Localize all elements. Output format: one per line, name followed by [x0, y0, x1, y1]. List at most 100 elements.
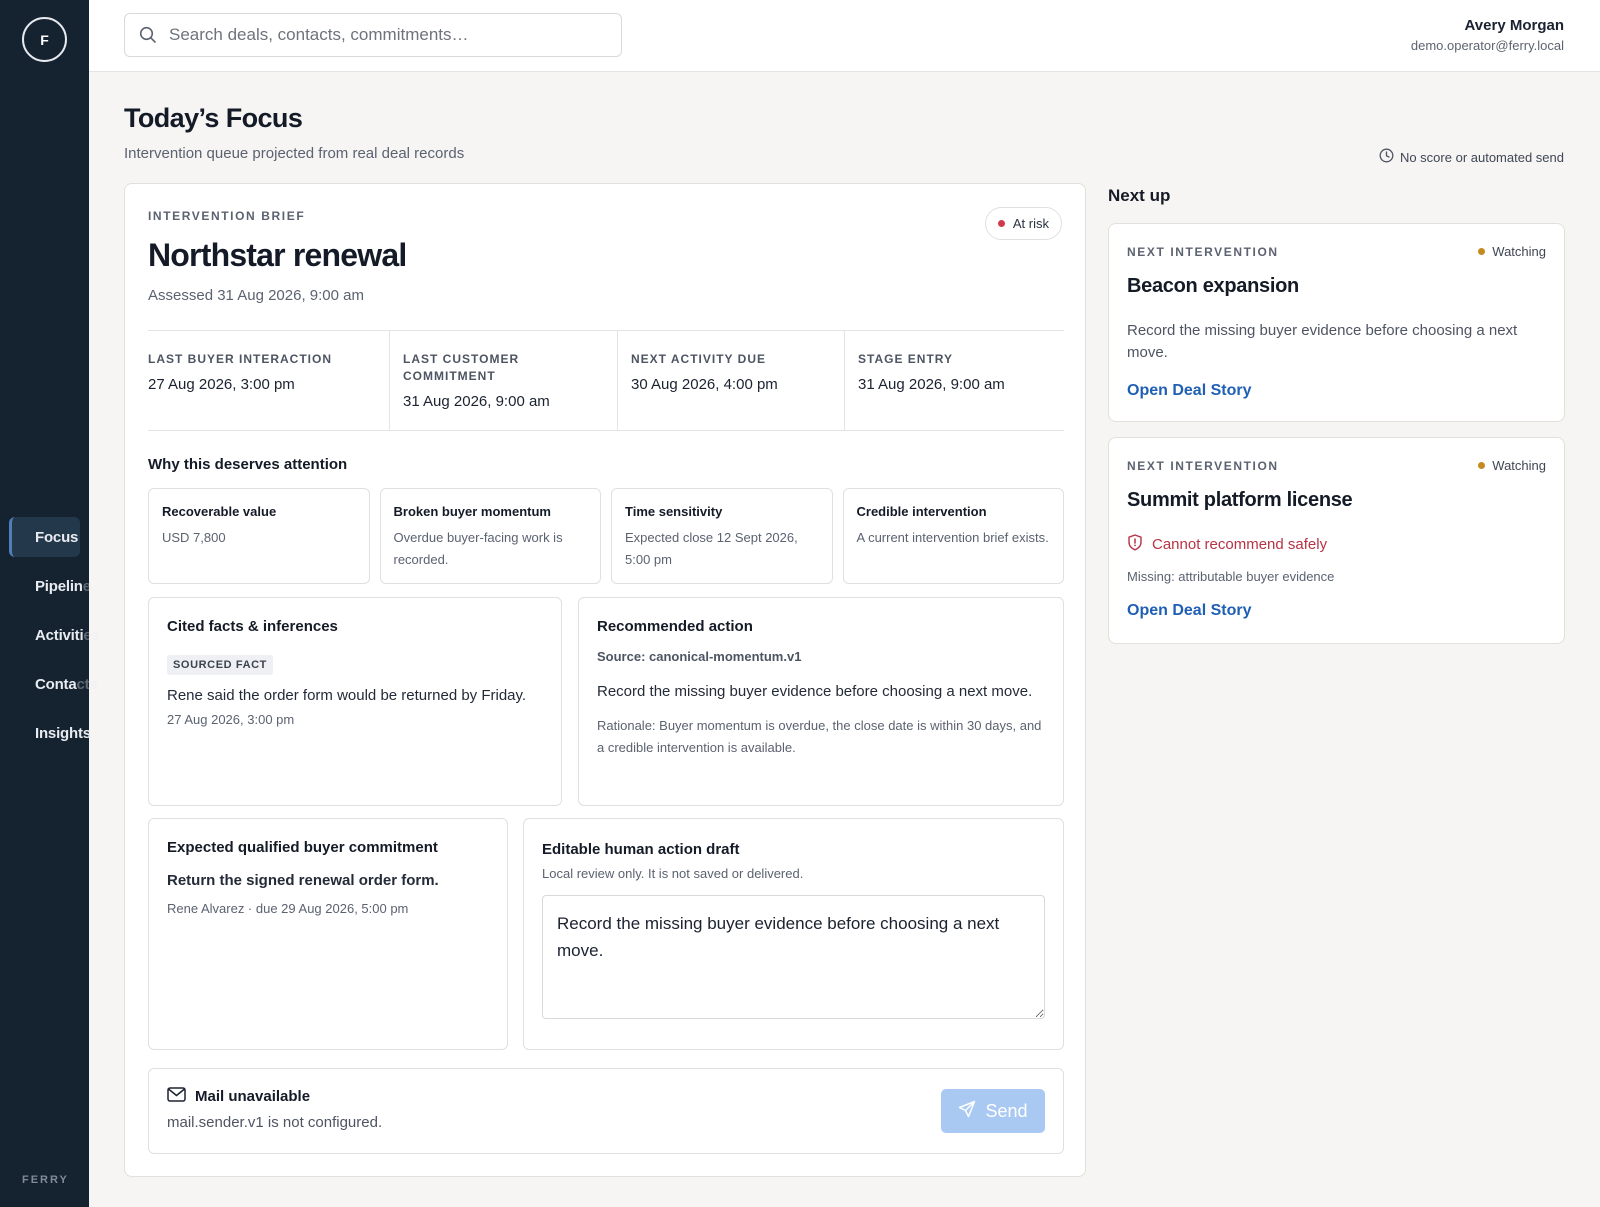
watching-status: Watching: [1478, 244, 1546, 259]
reason-card: Credible intervention A current interven…: [842, 488, 1064, 584]
meta-label: STAGE ENTRY: [858, 352, 954, 366]
meta-last-customer-commitment: LAST CUSTOMER COMMITMENT 31 Aug 2026, 9:…: [389, 331, 617, 430]
search-box[interactable]: [124, 13, 622, 57]
brief-eyebrow: INTERVENTION BRIEF: [148, 209, 306, 223]
meta-label: LAST CUSTOMER COMMITMENT: [403, 352, 520, 383]
action-draft-subtitle: Local review only. It is not saved or de…: [542, 866, 804, 881]
mail-heading: Mail unavailable: [167, 1087, 1045, 1106]
search-input[interactable]: [169, 25, 609, 45]
user-name: Avery Morgan: [1464, 17, 1564, 34]
meta-value: 31 Aug 2026, 9:00 am: [403, 393, 550, 410]
open-deal-story-link[interactable]: Open Deal Story: [1127, 382, 1251, 400]
search-icon: [139, 26, 157, 44]
next-card-eyebrow: NEXT INTERVENTION: [1127, 244, 1279, 259]
open-deal-story-link[interactable]: Open Deal Story: [1127, 602, 1251, 620]
why-attention-heading: Why this deserves attention: [148, 456, 348, 473]
mail-status-text: mail.sender.v1 is not configured.: [167, 1114, 383, 1131]
cited-facts-heading: Cited facts & inferences: [167, 618, 338, 635]
cited-facts-panel: Cited facts & inferences SOURCED FACT Re…: [148, 597, 562, 806]
reason-title: Credible intervention: [856, 504, 987, 519]
sourced-fact-badge: SOURCED FACT: [167, 655, 273, 675]
status-badge: At risk: [984, 207, 1062, 240]
why-attention-grid: Recoverable value USD 7,800 Broken buyer…: [148, 488, 1064, 584]
sidebar-item-label: Activiti: [35, 626, 84, 644]
buyer-commitment-panel: Expected qualified buyer commitment Retu…: [148, 818, 508, 1050]
sidebar-item-pipeline[interactable]: Pipelin e: [9, 566, 99, 606]
next-deal-desc: Record the missing buyer evidence before…: [1127, 322, 1518, 361]
mail-heading-text: Mail unavailable: [195, 1088, 311, 1105]
clock-icon: [1379, 148, 1394, 166]
deal-meta-row: LAST BUYER INTERACTION 27 Aug 2026, 3:00…: [148, 330, 1064, 431]
page-subtitle: Intervention queue projected from real d…: [124, 145, 465, 162]
next-intervention-card: NEXT INTERVENTION Watching Summit platfo…: [1108, 437, 1565, 644]
commitment-owner-due: Rene Alvarez · due 29 Aug 2026, 5:00 pm: [167, 901, 409, 916]
mail-panel: Mail unavailable mail.sender.v1 is not c…: [148, 1068, 1064, 1154]
reason-card: Recoverable value USD 7,800: [148, 488, 370, 584]
reason-desc: USD 7,800: [162, 530, 226, 545]
sidebar-item-label: Focus: [35, 528, 79, 546]
reason-desc: Overdue buyer-facing work is recorded.: [393, 530, 563, 567]
assessed-timestamp: Assessed 31 Aug 2026, 9:00 am: [148, 287, 364, 304]
next-card-eyebrow: NEXT INTERVENTION: [1127, 458, 1279, 473]
next-up-heading: Next up: [1108, 186, 1171, 205]
sidebar-item-label: Conta: [35, 675, 77, 693]
reason-title: Time sensitivity: [625, 504, 723, 519]
sidebar-item-label-overflow: cts: [76, 675, 98, 693]
user-email: demo.operator@ferry.local: [1410, 38, 1564, 53]
next-intervention-card: NEXT INTERVENTION Watching Beacon expans…: [1108, 223, 1565, 422]
status-dot-icon: [997, 220, 1005, 227]
cannot-recommend-warning: Cannot recommend safely: [1127, 534, 1546, 555]
missing-evidence-text: Missing: attributable buyer evidence: [1127, 569, 1335, 584]
commitment-text: Return the signed renewal order form.: [167, 872, 439, 889]
recommended-action-panel: Recommended action Source: canonical-mom…: [578, 597, 1064, 806]
intervention-brief-card: INTERVENTION BRIEF Northstar renewal Ass…: [124, 183, 1086, 1177]
next-deal-title: Beacon expansion: [1127, 275, 1299, 297]
meta-value: 30 Aug 2026, 4:00 pm: [631, 376, 778, 393]
fact-date: 27 Aug 2026, 3:00 pm: [167, 712, 295, 727]
page-title: Today’s Focus: [124, 103, 303, 133]
sidebar-item-contacts[interactable]: Conta cts: [9, 664, 99, 704]
send-button-label: Send: [985, 1100, 1028, 1121]
reason-title: Recoverable value: [162, 504, 277, 519]
shield-alert-icon: [1127, 534, 1143, 555]
sidebar: F Focus Pipelin e Activiti es Conta cts Ins…: [0, 0, 99, 1207]
fact-text: Rene said the order form would be return…: [167, 687, 527, 704]
recommendation-rationale: Rationale: Buyer momentum is overdue, th…: [597, 718, 1042, 755]
recommendation-source: Source: canonical-momentum.v1: [597, 649, 802, 664]
meta-last-buyer-interaction: LAST BUYER INTERACTION 27 Aug 2026, 3:00…: [148, 331, 389, 430]
sidebar-item-label-overflow: e: [82, 577, 91, 595]
action-draft-heading: Editable human action draft: [542, 841, 740, 858]
meta-next-activity-due: NEXT ACTIVITY DUE 30 Aug 2026, 4:00 pm: [617, 331, 844, 430]
watching-status-label: Watching: [1492, 458, 1546, 473]
action-draft-panel: Editable human action draft Local review…: [523, 818, 1064, 1050]
status-badge-label: At risk: [1012, 216, 1049, 231]
mail-icon: [167, 1087, 186, 1106]
action-draft-textarea[interactable]: Record the missing buyer evidence before…: [542, 895, 1045, 1019]
cannot-recommend-text: Cannot recommend safely: [1152, 536, 1328, 553]
user-menu[interactable]: Avery Morgan demo.operator@ferry.local: [1411, 17, 1564, 53]
deal-title: Northstar renewal: [148, 237, 407, 273]
reason-card: Time sensitivity Expected close 12 Sept …: [611, 488, 833, 584]
buyer-commitment-heading: Expected qualified buyer commitment: [167, 839, 438, 856]
meta-value: 31 Aug 2026, 9:00 am: [858, 376, 1005, 393]
sidebar-item-label-overflow: es: [83, 626, 99, 644]
top-bar: Avery Morgan demo.operator@ferry.local: [89, 0, 1600, 72]
meta-label: LAST BUYER INTERACTION: [148, 352, 332, 366]
watching-status: Watching: [1478, 458, 1546, 473]
send-icon: [958, 1100, 976, 1123]
recommended-action-heading: Recommended action: [597, 618, 753, 635]
reason-title: Broken buyer momentum: [393, 504, 551, 519]
sidebar-item-label: Pipelin: [35, 577, 83, 595]
watching-status-label: Watching: [1492, 244, 1546, 259]
automation-notice-text: No score or automated send: [1399, 149, 1564, 165]
meta-stage-entry: STAGE ENTRY 31 Aug 2026, 9:00 am: [844, 331, 1064, 430]
send-button[interactable]: Send: [941, 1089, 1045, 1133]
automation-notice: No score or automated send: [1379, 148, 1564, 166]
reason-card: Broken buyer momentum Overdue buyer-faci…: [379, 488, 601, 584]
brand-wordmark: FERRY: [22, 1174, 69, 1186]
sidebar-item-focus[interactable]: Focus: [9, 517, 80, 557]
sidebar-item-activities[interactable]: Activiti es: [9, 615, 99, 655]
next-deal-title: Summit platform license: [1127, 489, 1353, 511]
sidebar-item-insights[interactable]: Insights: [9, 713, 99, 753]
app-logo[interactable]: F: [22, 17, 67, 62]
